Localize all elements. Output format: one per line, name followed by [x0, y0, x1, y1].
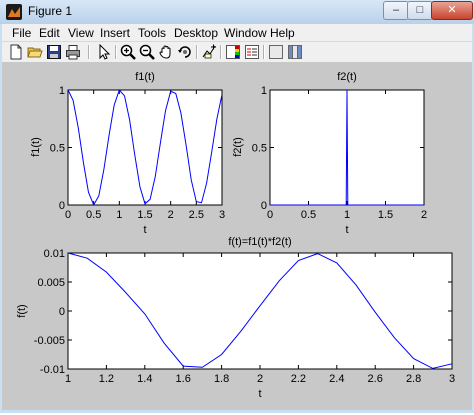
toolbar-separator: [88, 45, 90, 59]
x-tick-label: 1: [65, 373, 71, 385]
maximize-button[interactable]: □: [407, 1, 433, 20]
y-tick-label: 0.01: [44, 248, 65, 260]
y-tick-label: 0: [59, 200, 65, 212]
subplot-product-ylabel: f(t): [16, 304, 28, 317]
axes-box-f1: [67, 89, 223, 206]
subplot-f1: f1(t) t f1(t) 0 0.5 1 1.5 2 2.5 3 0 0.5 1: [30, 71, 225, 236]
x-tick-label: 0.5: [301, 209, 316, 221]
show-plot-tools-icon[interactable]: [287, 44, 303, 60]
menu-file[interactable]: File: [12, 26, 31, 40]
toolbar-separator: [263, 45, 265, 59]
x-tick-label: 0.5: [86, 209, 101, 221]
axes-box-product: [67, 252, 453, 370]
subplot-product: f(t)=f1(t)*f2(t) t f(t) 1 1.2 1.4 1.6 1.8 2 2.…: [16, 236, 455, 400]
rotate-3d-icon[interactable]: [177, 44, 193, 60]
y-tick-label: 0: [261, 200, 267, 212]
x-tick-label: 3: [449, 373, 455, 385]
x-tick-label: 2.5: [189, 209, 204, 221]
x-tick-label: 0: [267, 209, 273, 221]
close-button[interactable]: ✕: [431, 1, 473, 20]
y-tick-label: 0: [59, 306, 65, 318]
zoom-in-icon[interactable]: [120, 44, 136, 60]
toolbar-separator: [196, 45, 198, 59]
subplot-product-title: f(t)=f1(t)*f2(t): [228, 236, 291, 248]
colorbar-icon[interactable]: [225, 44, 241, 60]
menu-help[interactable]: Help: [270, 26, 295, 40]
figure-toolbar: [2, 41, 472, 62]
save-figure-icon[interactable]: [46, 44, 62, 60]
menu-insert[interactable]: Insert: [100, 26, 130, 40]
matlab-figure-icon: [6, 4, 22, 20]
x-tick-label: 2: [168, 209, 174, 221]
y-tick-label: -0.005: [34, 335, 65, 347]
zoom-out-icon[interactable]: [139, 44, 155, 60]
x-tick-label: 1.5: [378, 209, 393, 221]
x-tick-label: 1.2: [99, 373, 114, 385]
x-tick-label: 1: [116, 209, 122, 221]
edit-plot-arrow-icon[interactable]: [96, 44, 112, 60]
pan-hand-icon[interactable]: [158, 44, 174, 60]
x-tick-label: 2.8: [406, 373, 421, 385]
menu-view[interactable]: View: [68, 26, 94, 40]
window-title: Figure 1: [28, 4, 73, 18]
x-tick-label: 2: [257, 373, 263, 385]
y-tick-label: 1: [261, 85, 267, 97]
x-tick-label: 0: [65, 209, 71, 221]
plots-svg: f1(t) t f1(t) 0 0.5 1 1.5 2 2.5 3 0 0.5 1 f2(t) t…: [16, 71, 455, 400]
hide-plot-tools-icon[interactable]: [268, 44, 284, 60]
x-tick-label: 1: [344, 209, 350, 221]
subplot-f1-ylabel: f1(t): [30, 137, 42, 157]
title-bar[interactable]: Figure 1 – □ ✕: [0, 0, 474, 24]
x-tick-label: 1.4: [137, 373, 152, 385]
menu-desktop[interactable]: Desktop: [174, 26, 218, 40]
menu-tools[interactable]: Tools: [138, 26, 166, 40]
new-figure-icon[interactable]: [8, 44, 24, 60]
y-tick-label: 0.5: [50, 143, 65, 155]
x-tick-label: 1.5: [137, 209, 152, 221]
toolbar-separator: [115, 45, 117, 59]
subplot-f2-title: f2(t): [337, 71, 357, 83]
x-tick-label: 2.4: [329, 373, 344, 385]
figure-canvas: f1(t) t f1(t) 0 0.5 1 1.5 2 2.5 3 0 0.5 1 f2(t) t…: [2, 62, 472, 410]
legend-icon[interactable]: [244, 44, 260, 60]
subplot-f2-xlabel: t: [345, 224, 348, 236]
menu-window[interactable]: Window: [224, 26, 267, 40]
print-figure-icon[interactable]: [65, 44, 81, 60]
y-tick-label: 0.005: [37, 277, 65, 289]
subplot-f1-title: f1(t): [135, 71, 155, 83]
y-tick-label: 1: [59, 85, 65, 97]
x-tick-label: 1.6: [176, 373, 191, 385]
x-tick-label: 2.6: [368, 373, 383, 385]
subplot-product-xlabel: t: [258, 388, 261, 400]
y-tick-label: 0.5: [252, 143, 267, 155]
data-cursor-icon[interactable]: [201, 44, 217, 60]
figure-window: Figure 1 – □ ✕ File Edit View Insert Too…: [0, 0, 474, 413]
x-tick-label: 2: [421, 209, 427, 221]
toolbar-separator: [220, 45, 222, 59]
x-tick-label: 2.2: [291, 373, 306, 385]
subplot-f2-ylabel: f2(t): [232, 137, 244, 157]
x-tick-label: 3: [219, 209, 225, 221]
y-tick-label: -0.01: [40, 364, 65, 376]
minimize-button[interactable]: –: [383, 1, 409, 20]
menu-edit[interactable]: Edit: [39, 26, 60, 40]
x-tick-label: 1.8: [214, 373, 229, 385]
subplot-f2: f2(t) t f2(t) 0 0.5 1 1.5 2 0 0.5 1: [232, 71, 427, 236]
subplot-f1-xlabel: t: [143, 224, 146, 236]
open-file-icon[interactable]: [27, 44, 43, 60]
menu-bar: File Edit View Insert Tools Desktop Wind…: [2, 24, 472, 41]
